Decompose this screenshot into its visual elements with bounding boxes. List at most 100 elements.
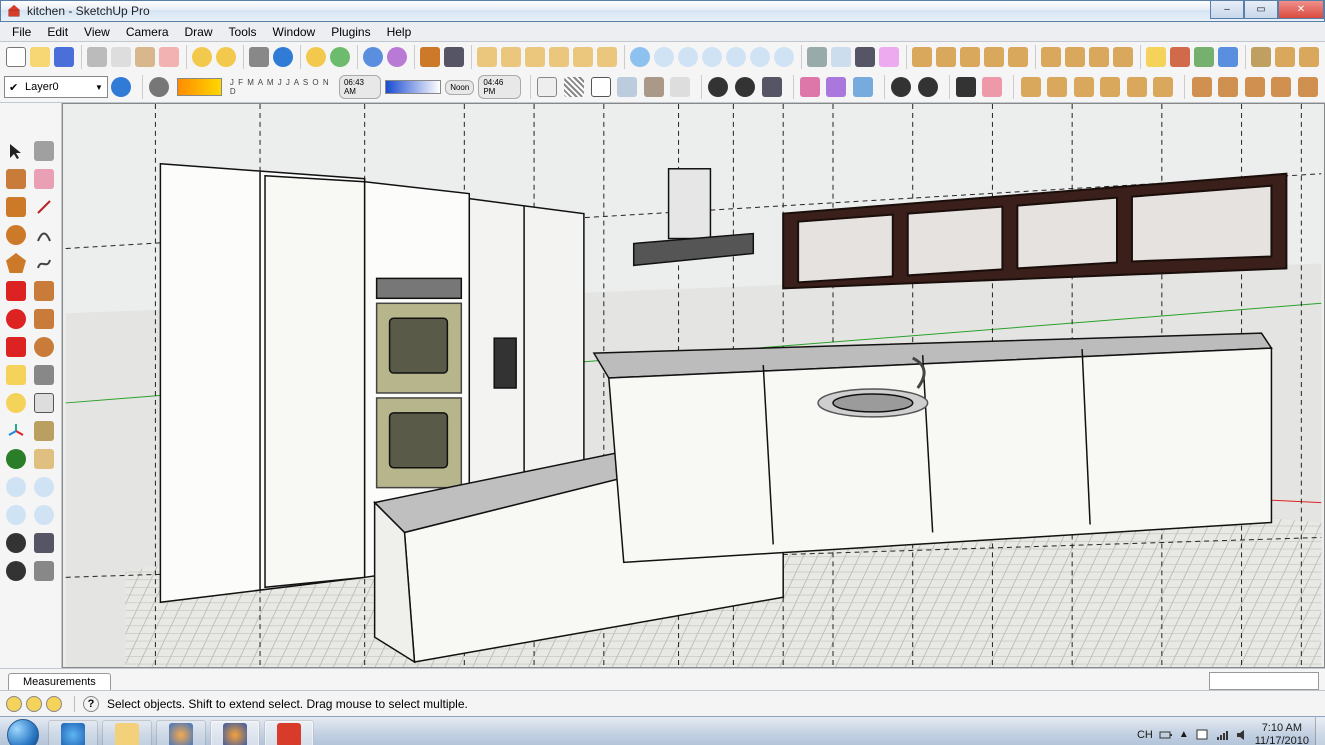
lt-orbit[interactable] — [3, 446, 29, 472]
menu-file[interactable]: File — [4, 23, 39, 41]
tb-face[interactable] — [878, 44, 900, 70]
tb-3dw-share[interactable] — [329, 44, 351, 70]
tray-action-center-icon[interactable] — [1195, 728, 1209, 742]
menu-plugins[interactable]: Plugins — [323, 23, 378, 41]
tb-iso[interactable] — [476, 44, 498, 70]
tb-solid-a[interactable] — [1018, 74, 1043, 100]
tb-comp-e[interactable] — [1007, 44, 1029, 70]
tb-components[interactable] — [1193, 44, 1215, 70]
tb-eraser2[interactable] — [980, 74, 1005, 100]
lt-offset[interactable] — [31, 334, 57, 360]
lt-eraser[interactable] — [31, 166, 57, 192]
tb-sand-b[interactable] — [1216, 74, 1241, 100]
tb-axes2[interactable] — [889, 74, 914, 100]
start-button[interactable] — [0, 717, 46, 745]
lt-dimension[interactable] — [31, 362, 57, 388]
lt-paint-bucket[interactable] — [3, 166, 29, 192]
tb-comp-c[interactable] — [959, 44, 981, 70]
tb-shadows-toggle[interactable] — [147, 74, 172, 100]
task-sketchup[interactable] — [264, 720, 314, 745]
tb-prev[interactable] — [749, 44, 771, 70]
tb-materials[interactable] — [1169, 44, 1191, 70]
menu-tools[interactable]: Tools — [221, 23, 265, 41]
tb-sand-c[interactable] — [1243, 74, 1268, 100]
tb-entityinfo[interactable] — [1145, 44, 1167, 70]
tb-top[interactable] — [500, 44, 522, 70]
tb-outliner[interactable] — [1064, 44, 1086, 70]
layer-visible-check[interactable]: ✔ — [9, 81, 21, 94]
tb-delete[interactable] — [158, 44, 180, 70]
menu-draw[interactable]: Draw — [177, 23, 221, 41]
lt-move[interactable] — [3, 278, 29, 304]
lt-next[interactable] — [31, 502, 57, 528]
lt-walk2[interactable] — [3, 558, 29, 584]
tb-copy[interactable] — [110, 44, 132, 70]
tb-walk[interactable] — [733, 74, 758, 100]
task-mediaplayer[interactable] — [156, 720, 206, 745]
model-viewport[interactable] — [62, 103, 1325, 668]
tb-orbit[interactable] — [629, 44, 651, 70]
lt-text[interactable] — [31, 390, 57, 416]
tb-comp-d[interactable] — [983, 44, 1005, 70]
tb-redo[interactable] — [215, 44, 237, 70]
tb-look[interactable] — [759, 74, 784, 100]
tb-zoom-extents[interactable] — [701, 44, 723, 70]
tray-network-icon[interactable] — [1215, 728, 1229, 742]
lt-section[interactable] — [31, 558, 57, 584]
tb-print[interactable] — [248, 44, 270, 70]
tb-save[interactable] — [53, 44, 75, 70]
shadow-date-slider[interactable] — [177, 78, 222, 96]
shadow-time-slider[interactable] — [385, 80, 441, 94]
tab-measurements[interactable]: Measurements — [8, 673, 111, 690]
tb-hiddenline[interactable] — [588, 74, 613, 100]
lt-rotate[interactable] — [3, 306, 29, 332]
lt-followme[interactable] — [31, 306, 57, 332]
menu-window[interactable]: Window — [265, 23, 324, 41]
measurements-input[interactable] — [1209, 672, 1319, 690]
lt-zoom[interactable] — [3, 474, 29, 500]
lt-arc[interactable] — [31, 222, 57, 248]
lt-line[interactable] — [31, 194, 57, 220]
tb-position-camera[interactable] — [706, 74, 731, 100]
lt-polygon[interactable] — [3, 250, 29, 276]
tb-shaded[interactable] — [615, 74, 640, 100]
lt-axes[interactable] — [3, 418, 29, 444]
help-icon[interactable]: ? — [83, 696, 99, 712]
tb-solid-f[interactable] — [1151, 74, 1176, 100]
tb-mono[interactable] — [668, 74, 693, 100]
tb-solid-b[interactable] — [1045, 74, 1070, 100]
tb-sand-e[interactable] — [1296, 74, 1321, 100]
tb-xray[interactable] — [535, 74, 560, 100]
lt-pan[interactable] — [31, 446, 57, 472]
menu-help[interactable]: Help — [379, 23, 420, 41]
tb-textured[interactable] — [641, 74, 666, 100]
lt-3dtext[interactable] — [31, 418, 57, 444]
lt-protractor[interactable] — [3, 390, 29, 416]
lt-circle[interactable] — [3, 222, 29, 248]
tb-cut[interactable] — [86, 44, 108, 70]
layer-dropdown-icon[interactable]: ▼ — [95, 83, 103, 92]
tray-clock[interactable]: 7:10 AM 11/17/2010 — [1255, 722, 1309, 745]
tb-fog[interactable] — [830, 44, 852, 70]
tb-shadows[interactable] — [806, 44, 828, 70]
tb-front[interactable] — [524, 44, 546, 70]
lt-tape[interactable] — [3, 362, 29, 388]
task-ie[interactable] — [48, 720, 98, 745]
tb-scenes[interactable] — [1088, 44, 1110, 70]
tray-expand-icon[interactable]: ▲ — [1179, 729, 1189, 740]
tb-about[interactable] — [1298, 44, 1320, 70]
tb-new[interactable] — [5, 44, 27, 70]
tb-comp-a[interactable] — [911, 44, 933, 70]
tb-3dw-m[interactable] — [305, 44, 327, 70]
tb-model-info[interactable] — [272, 44, 294, 70]
tb-prefs[interactable] — [1250, 44, 1272, 70]
tb-soften[interactable] — [1217, 44, 1239, 70]
lt-freehand[interactable] — [31, 250, 57, 276]
tb-section-cut[interactable] — [851, 74, 876, 100]
tb-right[interactable] — [548, 44, 570, 70]
lt-zoom-extents[interactable] — [31, 474, 57, 500]
window-close-button[interactable]: ✕ — [1278, 1, 1324, 19]
tray-battery-icon[interactable] — [1159, 728, 1173, 742]
tb-zoom-window[interactable] — [725, 44, 747, 70]
show-desktop-button[interactable] — [1315, 717, 1325, 745]
